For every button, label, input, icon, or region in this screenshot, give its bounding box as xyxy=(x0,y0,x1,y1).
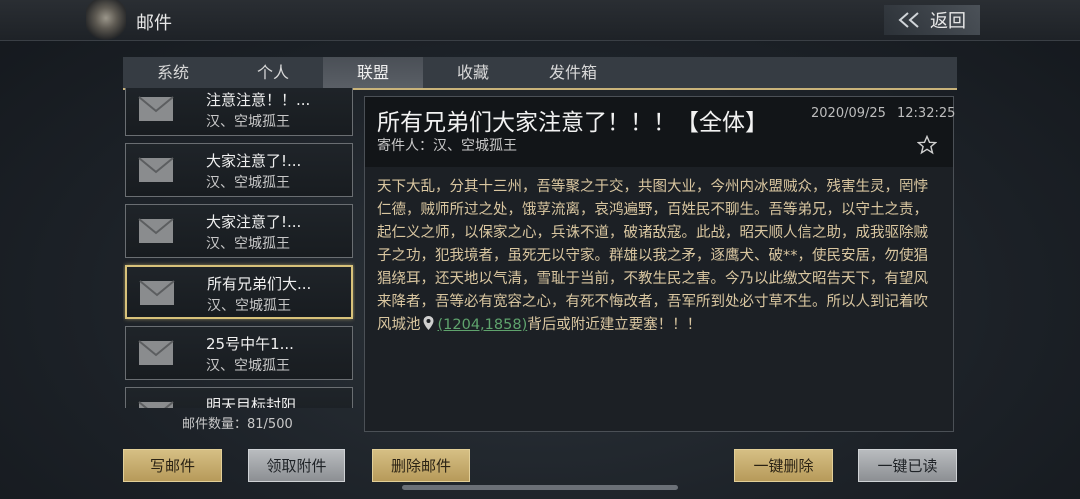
mail-count: 邮件数量：81/500 xyxy=(182,417,293,432)
mail-list[interactable]: 注意注意！！... 汉、空城孤王 大家注意了!... 汉、空城孤王 大家注意了!… xyxy=(123,88,355,408)
mail-sender: 汉、空城孤王 xyxy=(206,236,290,252)
back-button[interactable]: 返回 xyxy=(884,5,980,35)
read-all-button[interactable]: 一键已读 xyxy=(858,449,957,482)
mail-subject: 大家注意了!... xyxy=(206,213,302,231)
tab-personal[interactable]: 个人 xyxy=(223,57,323,88)
back-arrow-icon xyxy=(898,12,919,28)
tab-outbox[interactable]: 发件箱 xyxy=(523,57,623,88)
mail-body: 天下大乱，分其十三州，吾等聚之于交，共图大业，今州内冰盟贼众，残害生灵，罔悖仁德… xyxy=(377,176,937,337)
coordinate-link[interactable]: (1204,1858) xyxy=(438,317,528,333)
delete-mail-button[interactable]: 删除邮件 xyxy=(372,449,470,482)
envelope-icon xyxy=(138,218,174,243)
mail-subject: 25号中午1... xyxy=(206,335,294,353)
mail-sender: 汉、空城孤王 xyxy=(206,114,290,130)
mail-item[interactable]: 明天目标封阳 xyxy=(125,387,353,408)
mail-subject: 所有兄弟们大... xyxy=(207,275,312,293)
page-title: 邮件 xyxy=(136,13,172,34)
mail-detail-header: 所有兄弟们大家注意了！！！【全体】 2020/09/25 12:32:25 寄件… xyxy=(365,97,956,167)
envelope-icon xyxy=(138,401,174,408)
envelope-icon xyxy=(138,157,174,182)
mail-item[interactable]: 25号中午1... 汉、空城孤王 xyxy=(125,326,353,380)
mail-title: 所有兄弟们大家注意了！！！【全体】 xyxy=(377,110,768,136)
write-mail-button[interactable]: 写邮件 xyxy=(123,449,222,482)
mail-date: 2020/09/25 xyxy=(811,106,886,121)
mail-item[interactable]: 注意注意！！... 汉、空城孤王 xyxy=(125,88,353,136)
location-pin-icon xyxy=(423,316,433,330)
mail-detail-panel: 所有兄弟们大家注意了！！！【全体】 2020/09/25 12:32:25 寄件… xyxy=(364,96,956,432)
mail-subject: 大家注意了!... xyxy=(206,152,302,170)
mail-tabs: 系统 个人 联盟 收藏 发件箱 xyxy=(123,57,957,90)
star-icon[interactable] xyxy=(917,135,937,155)
mail-item[interactable]: 大家注意了!... 汉、空城孤王 xyxy=(125,204,353,258)
envelope-icon xyxy=(138,96,174,121)
collect-attachments-button[interactable]: 领取附件 xyxy=(248,449,345,482)
mail-from: 寄件人：汉、空城孤王 xyxy=(377,138,517,154)
mail-body-text: 天下大乱，分其十三州，吾等聚之于交，共图大业，今州内冰盟贼众，残害生灵，罔悖仁德… xyxy=(377,179,928,333)
tab-system[interactable]: 系统 xyxy=(123,57,223,88)
tab-favorites[interactable]: 收藏 xyxy=(423,57,523,88)
mail-item-selected[interactable]: 所有兄弟们大... 汉、空城孤王 xyxy=(125,265,353,319)
back-label: 返回 xyxy=(930,11,966,32)
emblem-icon xyxy=(86,0,126,40)
delete-all-button[interactable]: 一键删除 xyxy=(734,449,833,482)
mail-body-text-end: 背后或附近建立要塞！！！ xyxy=(527,317,702,333)
mail-item[interactable]: 大家注意了!... 汉、空城孤王 xyxy=(125,143,353,197)
envelope-icon xyxy=(138,340,174,365)
tab-alliance[interactable]: 联盟 xyxy=(323,57,423,88)
top-bar: 邮件 返回 xyxy=(0,0,1080,41)
mail-sender: 汉、空城孤王 xyxy=(206,175,290,191)
mail-subject: 明天目标封阳 xyxy=(206,396,297,408)
mail-subject: 注意注意！！... xyxy=(206,91,311,109)
home-indicator[interactable] xyxy=(402,485,678,490)
envelope-icon xyxy=(139,280,175,305)
mail-sender: 汉、空城孤王 xyxy=(206,358,290,374)
mail-time: 12:32:25 xyxy=(897,106,956,121)
mail-sender: 汉、空城孤王 xyxy=(207,298,291,314)
